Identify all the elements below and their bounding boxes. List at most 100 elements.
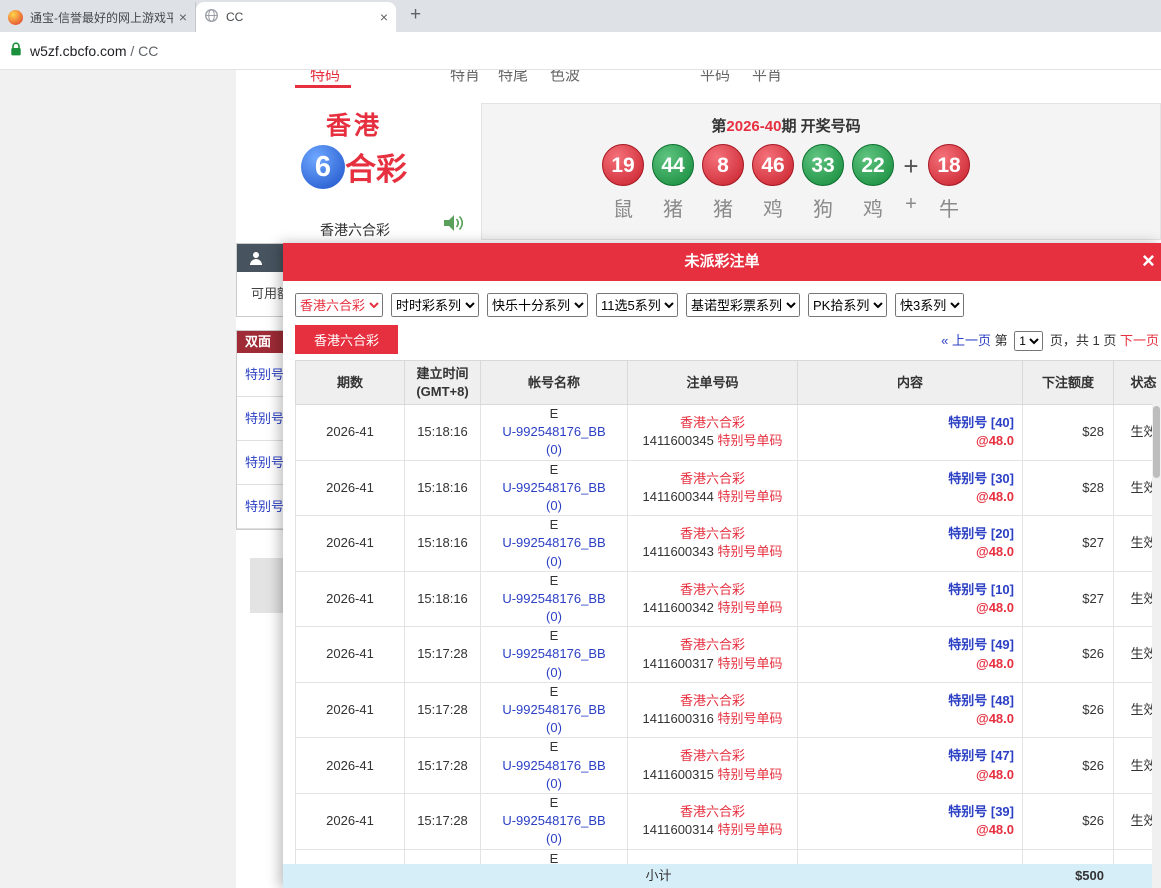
bet-pick: 特别号 [40] bbox=[798, 414, 1014, 432]
header-status: 状态 bbox=[1114, 361, 1161, 405]
pagination: « 上一页 第 1 页，共 1 页 下一页 bbox=[941, 330, 1159, 351]
amount-cell: $27 bbox=[1023, 571, 1114, 627]
subtotal-amount: $500 bbox=[1022, 864, 1113, 888]
account-link[interactable]: U-992548176_BB bbox=[481, 590, 627, 608]
lottery-series-select[interactable]: 快乐十分系列 bbox=[487, 293, 588, 317]
period-cell: 2026-41 bbox=[296, 793, 405, 849]
nav-item[interactable]: 平肖 bbox=[752, 70, 782, 85]
lottery-series-select[interactable]: 香港六合彩 bbox=[295, 293, 383, 317]
account-link[interactable]: U-992548176_BB bbox=[481, 757, 627, 775]
ticket-number: 1411600314 特别号单码 bbox=[628, 821, 797, 839]
bet-row: 2026-4115:17:28EU-992548176_BB(0)香港六合彩14… bbox=[296, 627, 1161, 683]
table-header-row: 期数 建立时间(GMT+8) 帐号名称 注单号码 内容 下注额度 状态 bbox=[296, 361, 1161, 405]
zodiac-label: 鸡 bbox=[848, 193, 898, 222]
url-path: CC bbox=[138, 43, 158, 59]
nav-tabs: 特码 特肖 特尾 色波 平码 平肖 bbox=[236, 70, 1161, 89]
account-prefix: E bbox=[481, 738, 627, 756]
account-suffix: (0) bbox=[481, 553, 627, 571]
lottery-name-label: 香港六合彩 bbox=[320, 220, 390, 240]
bet-odds: @48.0 bbox=[798, 488, 1014, 506]
bet-pick: 特别号 [10] bbox=[798, 581, 1014, 599]
address-bar[interactable]: w5zf.cbcfo.com / CC bbox=[0, 32, 1161, 70]
prev-page-link[interactable]: « 上一页 bbox=[941, 333, 991, 348]
mark-six-logo: 香港 6 合彩 bbox=[295, 106, 413, 214]
account-link[interactable]: U-992548176_BB bbox=[481, 645, 627, 663]
account-cell: EU-992548176_BB(0) bbox=[481, 571, 628, 627]
tab-close-icon[interactable]: × bbox=[380, 9, 388, 25]
lottery-series-select[interactable]: 基诺型彩票系列 bbox=[686, 293, 800, 317]
scrollbar-track[interactable] bbox=[1152, 404, 1161, 888]
bet-pick: 特别号 [49] bbox=[798, 636, 1014, 654]
zodiac-label: 牛 bbox=[924, 193, 974, 222]
nav-active-underline bbox=[295, 85, 351, 88]
close-icon[interactable]: × bbox=[1142, 248, 1161, 274]
ticket-number: 1411600345 特别号单码 bbox=[628, 432, 797, 450]
bet-odds: @48.0 bbox=[798, 766, 1014, 784]
game-tab-hk-mark-six[interactable]: 香港六合彩 bbox=[295, 325, 398, 354]
speaker-icon[interactable] bbox=[443, 214, 465, 237]
result-ball-column: 22鸡 bbox=[848, 144, 898, 222]
ticket-cell: 香港六合彩1411600345 特别号单码 bbox=[628, 405, 798, 461]
draw-title-prefix: 第 bbox=[711, 118, 726, 135]
account-link[interactable]: U-992548176_BB bbox=[481, 479, 627, 497]
period-cell: 2026-41 bbox=[296, 571, 405, 627]
draw-title: 第2026-40期 开奖号码 bbox=[482, 115, 1090, 136]
result-ball-column: 8猪 bbox=[698, 144, 748, 222]
new-tab-button[interactable]: + bbox=[410, 4, 421, 26]
bet-pick: 特别号 [48] bbox=[798, 692, 1014, 710]
period-cell: 2026-41 bbox=[296, 405, 405, 461]
account-suffix: (0) bbox=[481, 830, 627, 848]
time-cell: 15:18:16 bbox=[405, 516, 481, 572]
unsettled-bets-modal: 未派彩注单 × 香港六合彩时时彩系列快乐十分系列11选5系列基诺型彩票系列PK拾… bbox=[283, 243, 1161, 888]
browser-tab-bar: 通宝-信誉最好的网上游戏平 × CC × + bbox=[0, 0, 1161, 32]
account-link[interactable]: U-992548176_BB bbox=[481, 423, 627, 441]
scrollbar-thumb[interactable] bbox=[1153, 406, 1160, 478]
nav-item[interactable]: 特尾 bbox=[498, 70, 528, 85]
nav-item[interactable]: 色波 bbox=[550, 70, 580, 85]
tab-close-icon[interactable]: × bbox=[179, 9, 187, 25]
url-host: w5zf.cbcfo.com bbox=[30, 43, 126, 59]
ticket-game-name: 香港六合彩 bbox=[628, 692, 797, 710]
modal-title: 未派彩注单 bbox=[283, 243, 1161, 281]
account-suffix: (0) bbox=[481, 497, 627, 515]
content-cell: 特别号 [39]@48.0 bbox=[798, 793, 1023, 849]
account-link[interactable]: U-992548176_BB bbox=[481, 812, 627, 830]
account-link[interactable]: U-992548176_BB bbox=[481, 534, 627, 552]
header-account: 帐号名称 bbox=[481, 361, 628, 405]
next-page-link[interactable]: 下一页 bbox=[1120, 333, 1159, 348]
browser-tab-tongbao[interactable]: 通宝-信誉最好的网上游戏平 × bbox=[0, 2, 196, 32]
nav-item[interactable]: 平码 bbox=[700, 70, 730, 85]
nav-item[interactable]: 特码 bbox=[310, 70, 340, 85]
lottery-series-select[interactable]: 快3系列 bbox=[895, 293, 964, 317]
ticket-number: 1411600315 特别号单码 bbox=[628, 766, 797, 784]
nav-item[interactable]: 特肖 bbox=[450, 70, 480, 85]
account-cell: EU-992548176_BB(0) bbox=[481, 627, 628, 683]
lottery-series-select[interactable]: 时时彩系列 bbox=[391, 293, 479, 317]
ticket-cell: 香港六合彩1411600317 特别号单码 bbox=[628, 627, 798, 683]
ticket-cell: 香港六合彩 bbox=[628, 849, 798, 864]
period-cell: 2026-41 bbox=[296, 682, 405, 738]
browser-tab-cc[interactable]: CC × bbox=[196, 2, 396, 32]
account-prefix: E bbox=[481, 516, 627, 534]
time-cell: 15:17:28 bbox=[405, 627, 481, 683]
header-ticket: 注单号码 bbox=[628, 361, 798, 405]
ticket-number: 1411600343 特别号单码 bbox=[628, 543, 797, 561]
content-cell: 特别号 [47]@48.0 bbox=[798, 738, 1023, 794]
account-link[interactable]: U-992548176_BB bbox=[481, 701, 627, 719]
logo-text-top: 香港 bbox=[295, 106, 413, 142]
result-ball-column: 18牛 bbox=[924, 144, 974, 222]
lottery-series-select[interactable]: PK拾系列 bbox=[808, 293, 887, 317]
lock-icon bbox=[10, 42, 22, 60]
result-ball-column: 44猪 bbox=[648, 144, 698, 222]
bet-odds: @48.0 bbox=[798, 543, 1014, 561]
lottery-ball: 46 bbox=[752, 144, 794, 186]
amount-cell: $28 bbox=[1023, 460, 1114, 516]
page-select[interactable]: 1 bbox=[1014, 331, 1043, 351]
account-suffix: (0) bbox=[481, 441, 627, 459]
content-cell: 特别号 [30]@48.0 bbox=[798, 460, 1023, 516]
bet-type-label: 特别号单码 bbox=[717, 656, 782, 671]
header-period: 期数 bbox=[296, 361, 405, 405]
lottery-series-select[interactable]: 11选5系列 bbox=[596, 293, 678, 317]
account-prefix: E bbox=[481, 794, 627, 812]
account-prefix: E bbox=[481, 572, 627, 590]
